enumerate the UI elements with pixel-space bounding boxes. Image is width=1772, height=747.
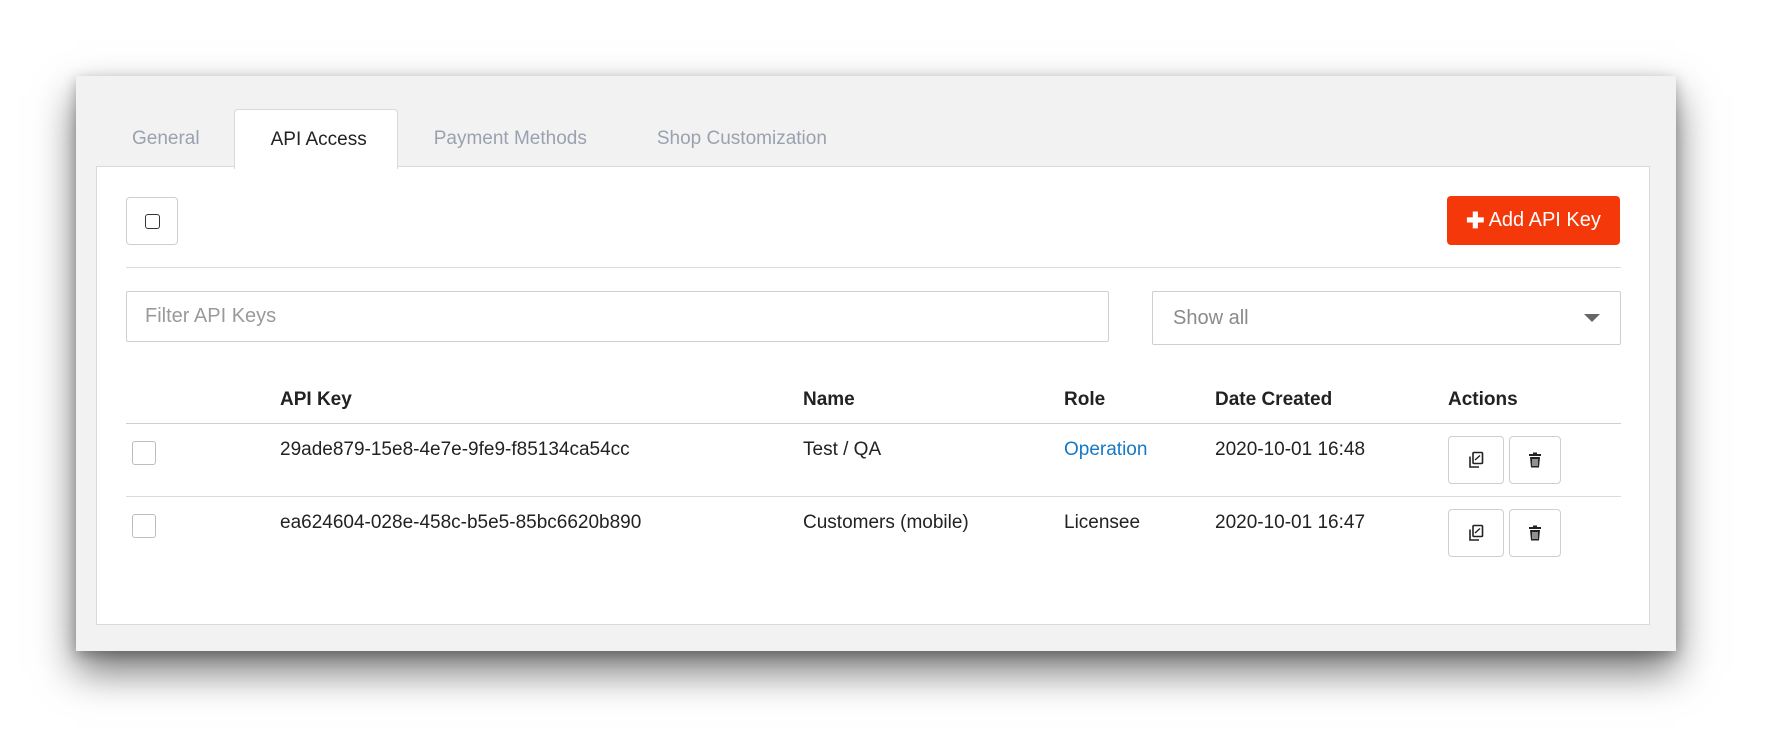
header-actions: Actions (1448, 389, 1518, 410)
copy-button[interactable] (1448, 436, 1504, 484)
date-created: 2020-10-01 16:48 (1215, 439, 1366, 460)
add-api-key-label: Add API Key (1488, 209, 1601, 231)
delete-button[interactable] (1509, 509, 1561, 557)
table-header: API Key Name Role Date Created Actions (126, 377, 1621, 424)
tab-payment-methods[interactable]: Payment Methods (398, 110, 621, 168)
key-name: Test / QA (803, 439, 882, 460)
delete-button[interactable] (1509, 436, 1561, 484)
api-key-value: 29ade879-15e8-4e7e-9fe9-f85134ca54cc (280, 439, 630, 460)
table-row: 29ade879-15e8-4e7e-9fe9-f85134ca54cc Tes… (126, 424, 1621, 497)
tab-bar: General API Access Payment Methods Shop … (96, 106, 861, 169)
role-text: Licensee (1064, 512, 1141, 533)
role-filter-value: Show all (1173, 306, 1249, 329)
date-created: 2020-10-01 16:47 (1215, 512, 1366, 533)
copy-icon (1469, 524, 1484, 541)
api-access-panel: ✚ Add API Key Show all API Key Name Role… (96, 166, 1650, 625)
copy-icon (1469, 451, 1484, 468)
copy-button[interactable] (1448, 509, 1504, 557)
add-api-key-button[interactable]: ✚ Add API Key (1447, 196, 1620, 245)
tab-shop-customization[interactable]: Shop Customization (621, 110, 861, 168)
select-all-button[interactable] (126, 197, 178, 245)
trash-icon (1529, 452, 1541, 468)
trash-icon (1529, 525, 1541, 541)
header-name[interactable]: Name (803, 389, 855, 411)
tab-general[interactable]: General (96, 110, 234, 168)
api-key-value: ea624604-028e-458c-b5e5-85bc6620b890 (280, 512, 642, 533)
divider (126, 267, 1621, 268)
role-link[interactable]: Operation (1064, 439, 1147, 461)
filter-api-keys-input[interactable] (126, 291, 1109, 342)
key-name: Customers (mobile) (803, 512, 969, 533)
settings-window: General API Access Payment Methods Shop … (76, 76, 1676, 651)
role-filter-select[interactable]: Show all (1152, 291, 1621, 345)
header-date-created[interactable]: Date Created (1215, 389, 1332, 411)
chevron-down-icon (1584, 314, 1600, 322)
table-row: ea624604-028e-458c-b5e5-85bc6620b890 Cus… (126, 497, 1621, 570)
api-keys-table: API Key Name Role Date Created Actions 2… (126, 377, 1621, 570)
plus-icon: ✚ (1466, 207, 1485, 233)
header-api-key[interactable]: API Key (280, 389, 352, 411)
header-role[interactable]: Role (1064, 389, 1105, 411)
checkbox-icon (144, 213, 160, 229)
row-checkbox[interactable] (132, 441, 156, 465)
row-checkbox[interactable] (132, 514, 156, 538)
tab-api-access[interactable]: API Access (233, 109, 398, 169)
